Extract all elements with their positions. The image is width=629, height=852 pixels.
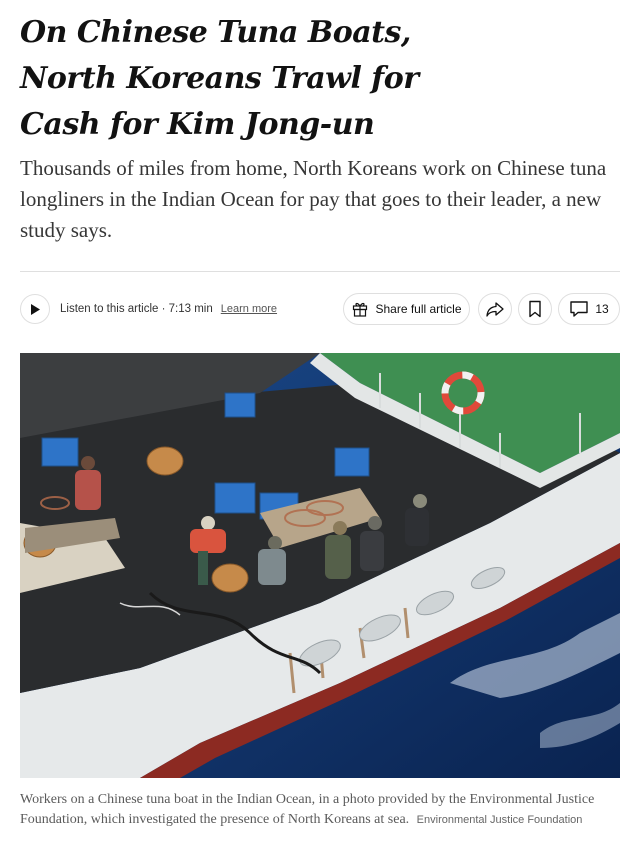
gift-icon <box>353 302 368 317</box>
photo-credit: Environmental Justice Foundation <box>416 814 583 826</box>
tuna-boat-photo <box>20 353 620 778</box>
headline: On Chinese Tuna Boats, North Koreans Tra… <box>20 10 620 148</box>
share-arrow-icon <box>486 302 504 317</box>
play-button[interactable] <box>20 294 50 324</box>
divider <box>20 271 620 272</box>
listen-label: Listen to this article · 7:13 min <box>60 303 213 315</box>
share-full-article-button[interactable]: Share full article <box>343 293 470 325</box>
share-full-article-label: Share full article <box>375 302 462 316</box>
comments-count: 13 <box>595 302 609 316</box>
headline-line: Cash for Kim Jong-un <box>20 107 375 142</box>
learn-more-link[interactable]: Learn more <box>221 303 277 315</box>
comment-icon <box>570 301 589 317</box>
share-button[interactable] <box>478 293 512 325</box>
headline-line: North Koreans Trawl for <box>20 61 419 96</box>
comments-button[interactable]: 13 <box>558 293 620 325</box>
play-icon <box>31 303 40 315</box>
bookmark-icon <box>529 300 541 318</box>
save-button[interactable] <box>518 293 552 325</box>
article-photo <box>20 353 620 778</box>
headline-line: On Chinese Tuna Boats, <box>20 15 411 50</box>
article-summary: Thousands of miles from home, North Kore… <box>20 156 607 242</box>
listen-bar: Listen to this article · 7:13 min Learn … <box>20 293 277 325</box>
photo-caption: Workers on a Chinese tuna boat in the In… <box>20 790 620 830</box>
